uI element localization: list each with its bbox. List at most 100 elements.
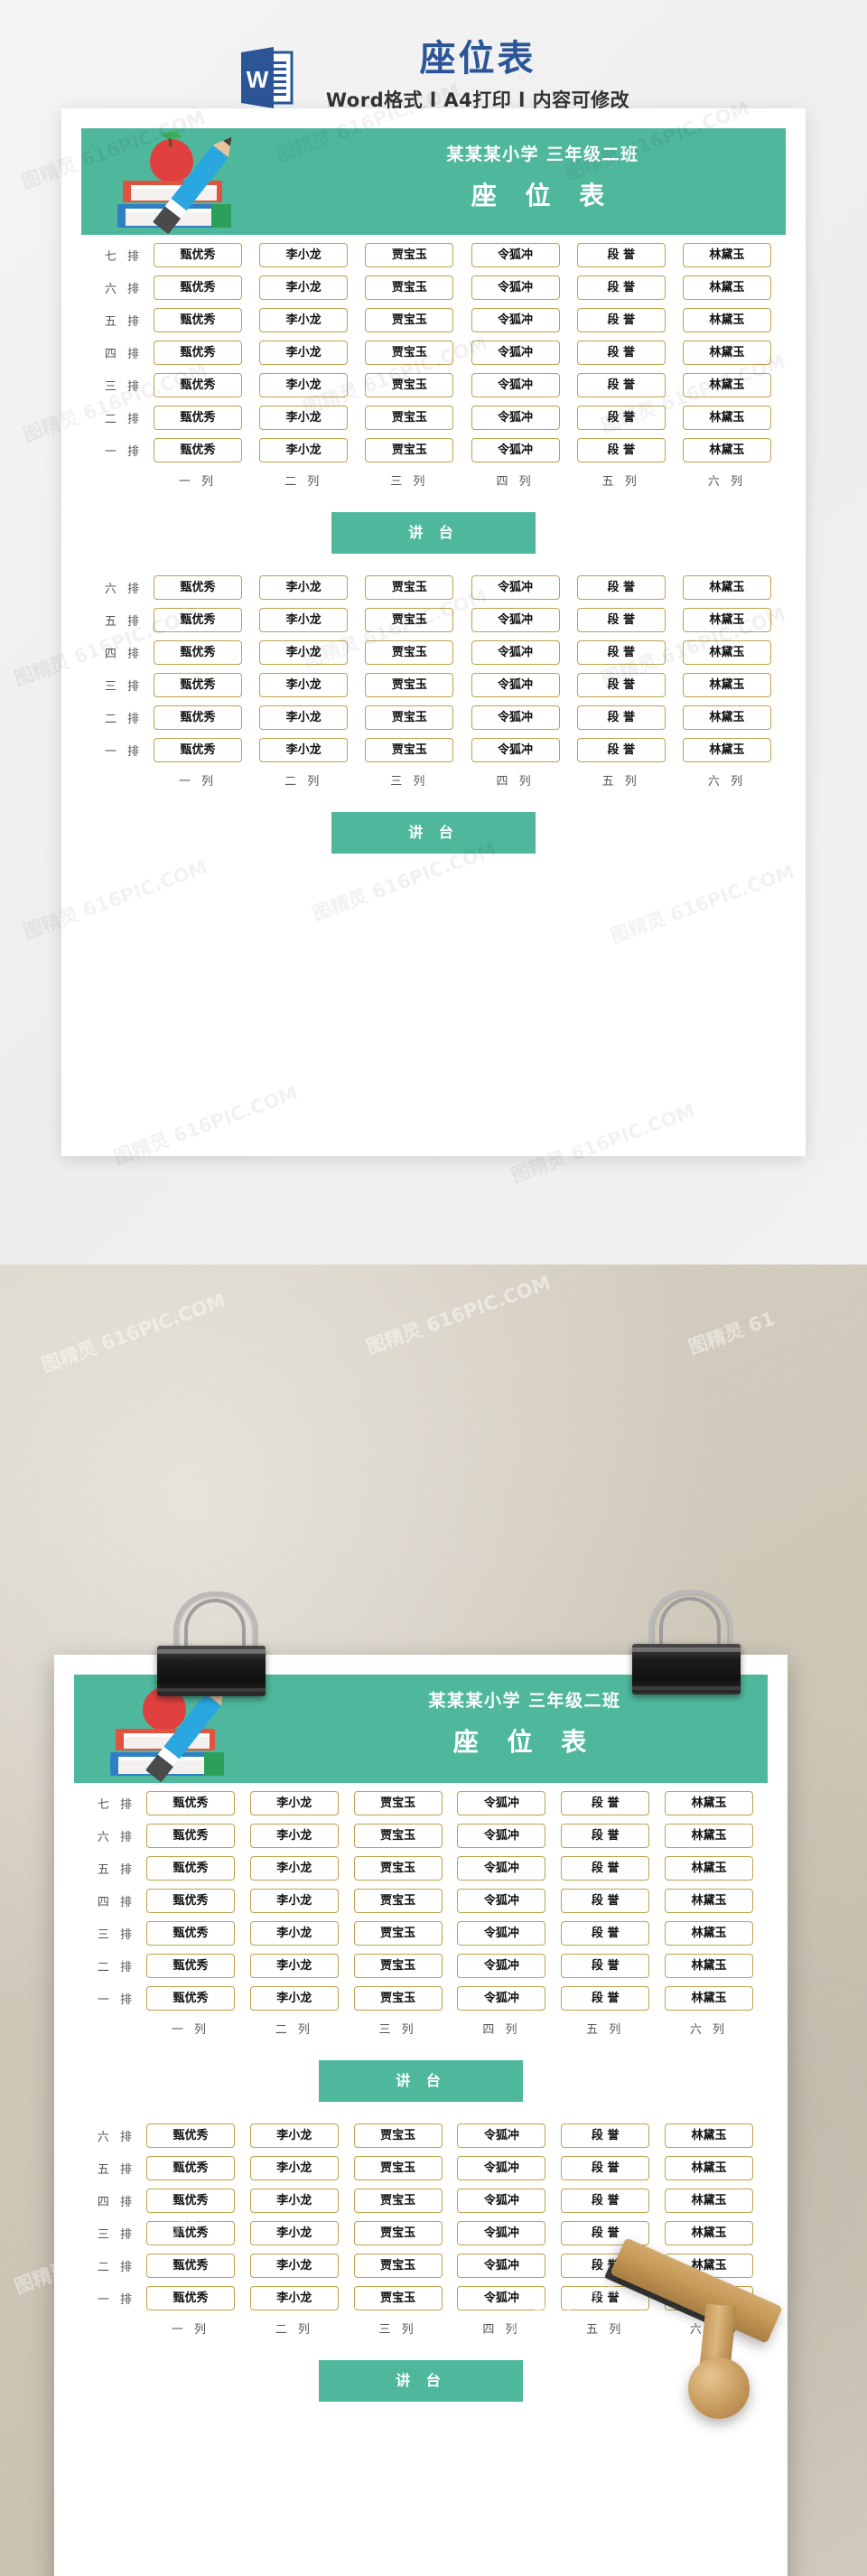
seat-cell[interactable]: 段 誉 [576, 438, 666, 462]
seat-cell[interactable]: 贾宝玉 [353, 2123, 443, 2148]
seat-cell[interactable]: 林黛玉 [682, 373, 771, 397]
seat-cell[interactable]: 段 誉 [576, 406, 666, 430]
seat-cell[interactable]: 贾宝玉 [353, 1921, 443, 1946]
seat-cell[interactable]: 李小龙 [259, 308, 349, 332]
seat-cell[interactable]: 李小龙 [249, 1856, 339, 1881]
seat-cell[interactable]: 李小龙 [259, 608, 349, 632]
seat-cell[interactable]: 甄优秀 [146, 2221, 235, 2245]
seat-cell[interactable]: 甄优秀 [154, 341, 242, 365]
seat-cell[interactable]: 贾宝玉 [365, 243, 454, 267]
seat-cell[interactable]: 贾宝玉 [353, 1954, 443, 1978]
seat-cell[interactable]: 李小龙 [249, 1986, 339, 2011]
seat-cell[interactable]: 段 誉 [576, 275, 666, 300]
seat-cell[interactable]: 甄优秀 [154, 308, 242, 332]
seat-cell[interactable]: 林黛玉 [682, 341, 771, 365]
seat-cell[interactable]: 甄优秀 [146, 2189, 235, 2213]
seat-cell[interactable]: 林黛玉 [664, 1889, 753, 1913]
seat-cell[interactable]: 甄优秀 [154, 575, 242, 600]
seat-cell[interactable]: 令狐冲 [457, 2156, 546, 2180]
seat-cell[interactable]: 令狐冲 [457, 1889, 546, 1913]
seat-cell[interactable]: 令狐冲 [457, 1856, 546, 1881]
seat-cell[interactable]: 甄优秀 [146, 1921, 235, 1946]
seat-cell[interactable]: 令狐冲 [471, 341, 560, 365]
seat-cell[interactable]: 林黛玉 [664, 1986, 753, 2011]
seat-cell[interactable]: 贾宝玉 [365, 373, 454, 397]
seat-cell[interactable]: 段 誉 [561, 1824, 650, 1848]
seat-cell[interactable]: 段 誉 [561, 1921, 650, 1946]
seat-cell[interactable]: 李小龙 [259, 373, 349, 397]
seat-cell[interactable]: 令狐冲 [457, 1921, 546, 1946]
seat-cell[interactable]: 贾宝玉 [365, 341, 454, 365]
seat-cell[interactable]: 令狐冲 [471, 438, 560, 462]
seat-cell[interactable]: 李小龙 [249, 1954, 339, 1978]
seat-cell[interactable]: 李小龙 [249, 2254, 339, 2278]
seat-cell[interactable]: 令狐冲 [457, 2254, 546, 2278]
seat-cell[interactable]: 李小龙 [249, 1889, 339, 1913]
seat-cell[interactable]: 林黛玉 [664, 1954, 753, 1978]
seat-cell[interactable]: 贾宝玉 [365, 640, 454, 665]
seat-cell[interactable]: 令狐冲 [471, 608, 560, 632]
seat-cell[interactable]: 林黛玉 [682, 275, 771, 300]
seat-cell[interactable]: 令狐冲 [471, 308, 560, 332]
seat-cell[interactable]: 甄优秀 [154, 373, 242, 397]
seat-cell[interactable]: 甄优秀 [154, 275, 242, 300]
seat-cell[interactable]: 甄优秀 [146, 1954, 235, 1978]
seat-cell[interactable]: 李小龙 [259, 243, 349, 267]
seat-cell[interactable]: 令狐冲 [471, 373, 560, 397]
seat-cell[interactable]: 林黛玉 [682, 608, 771, 632]
seat-cell[interactable]: 段 誉 [561, 2123, 650, 2148]
seat-cell[interactable]: 李小龙 [259, 575, 349, 600]
seat-cell[interactable]: 李小龙 [249, 1791, 339, 1815]
seat-cell[interactable]: 令狐冲 [471, 705, 560, 730]
seat-cell[interactable]: 林黛玉 [664, 1921, 753, 1946]
seat-cell[interactable]: 林黛玉 [682, 640, 771, 665]
seat-cell[interactable]: 贾宝玉 [365, 705, 454, 730]
seat-cell[interactable]: 甄优秀 [154, 608, 242, 632]
seat-cell[interactable]: 甄优秀 [146, 1856, 235, 1881]
seat-cell[interactable]: 段 誉 [576, 373, 666, 397]
seat-cell[interactable]: 贾宝玉 [353, 2156, 443, 2180]
seat-cell[interactable]: 李小龙 [249, 1824, 339, 1848]
seat-cell[interactable]: 段 誉 [561, 1954, 650, 1978]
seat-cell[interactable]: 段 誉 [561, 1889, 650, 1913]
seat-cell[interactable]: 段 誉 [561, 1856, 650, 1881]
seat-cell[interactable]: 令狐冲 [457, 1986, 546, 2011]
seat-cell[interactable]: 李小龙 [259, 640, 349, 665]
seat-cell[interactable]: 林黛玉 [664, 2189, 753, 2213]
seat-cell[interactable]: 令狐冲 [471, 243, 560, 267]
seat-cell[interactable]: 段 誉 [576, 705, 666, 730]
seat-cell[interactable]: 甄优秀 [146, 2254, 235, 2278]
seat-cell[interactable]: 令狐冲 [457, 2123, 546, 2148]
seat-cell[interactable]: 贾宝玉 [353, 2286, 443, 2310]
seat-cell[interactable]: 令狐冲 [471, 406, 560, 430]
seat-cell[interactable]: 贾宝玉 [353, 1856, 443, 1881]
seat-cell[interactable]: 甄优秀 [146, 1791, 235, 1815]
seat-cell[interactable]: 李小龙 [259, 673, 349, 697]
seat-cell[interactable]: 林黛玉 [664, 2221, 753, 2245]
seat-cell[interactable]: 令狐冲 [471, 738, 560, 762]
seat-cell[interactable]: 段 誉 [576, 243, 666, 267]
seat-cell[interactable]: 令狐冲 [471, 673, 560, 697]
seat-cell[interactable]: 令狐冲 [457, 1824, 546, 1848]
seat-cell[interactable]: 甄优秀 [146, 2123, 235, 2148]
seat-cell[interactable]: 段 誉 [561, 1986, 650, 2011]
seat-cell[interactable]: 李小龙 [259, 341, 349, 365]
seat-cell[interactable]: 甄优秀 [154, 243, 242, 267]
seat-cell[interactable]: 贾宝玉 [365, 738, 454, 762]
seat-cell[interactable]: 李小龙 [259, 705, 349, 730]
seat-cell[interactable]: 段 誉 [561, 2156, 650, 2180]
seat-cell[interactable]: 贾宝玉 [365, 438, 454, 462]
seat-cell[interactable]: 林黛玉 [664, 1791, 753, 1815]
seat-cell[interactable]: 李小龙 [249, 2123, 339, 2148]
seat-cell[interactable]: 甄优秀 [146, 2286, 235, 2310]
seat-cell[interactable]: 令狐冲 [457, 2189, 546, 2213]
seat-cell[interactable]: 李小龙 [249, 2189, 339, 2213]
seat-cell[interactable]: 贾宝玉 [353, 1889, 443, 1913]
seat-cell[interactable]: 令狐冲 [457, 2221, 546, 2245]
seat-cell[interactable]: 林黛玉 [682, 243, 771, 267]
seat-cell[interactable]: 林黛玉 [682, 308, 771, 332]
seat-cell[interactable]: 林黛玉 [664, 2123, 753, 2148]
seat-cell[interactable]: 令狐冲 [471, 275, 560, 300]
seat-cell[interactable]: 贾宝玉 [353, 2254, 443, 2278]
seat-cell[interactable]: 段 誉 [576, 640, 666, 665]
